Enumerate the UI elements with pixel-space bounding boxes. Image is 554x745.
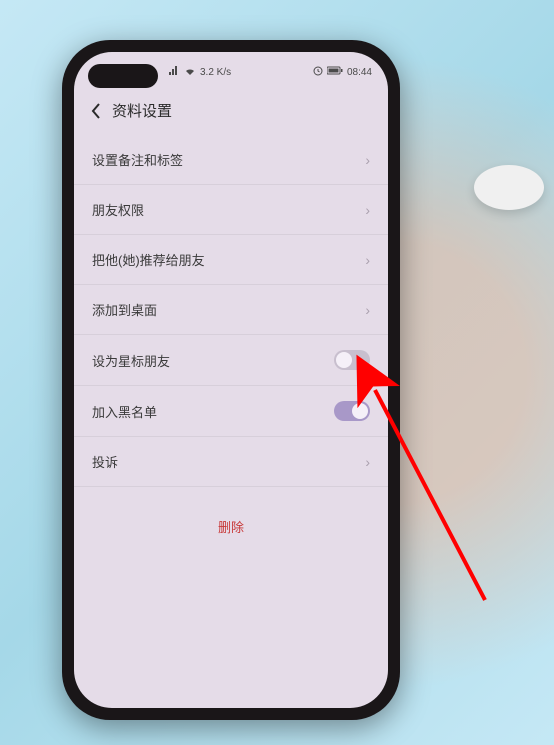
chevron-right-icon: › <box>365 152 370 168</box>
settings-item-add-to-desktop[interactable]: 添加到桌面 › <box>74 285 388 335</box>
item-label: 设置备注和标签 <box>92 150 183 169</box>
chevron-right-icon: › <box>365 252 370 268</box>
chevron-right-icon: › <box>365 202 370 218</box>
settings-item-remark-tags[interactable]: 设置备注和标签 › <box>74 135 388 185</box>
settings-item-star-friend: 设为星标朋友 <box>74 335 388 386</box>
item-label: 加入黑名单 <box>92 402 157 421</box>
camera-cutout <box>88 64 158 88</box>
status-left: 3.2 K/s <box>168 66 231 79</box>
background-object <box>474 165 544 210</box>
delete-section: 删除 <box>74 505 388 549</box>
status-right: 08:44 <box>313 66 372 79</box>
item-label: 朋友权限 <box>92 200 144 219</box>
delete-button[interactable]: 删除 <box>218 520 244 535</box>
settings-item-recommend-friend[interactable]: 把他(她)推荐给朋友 › <box>74 235 388 285</box>
toggle-knob <box>352 403 368 419</box>
item-label: 添加到桌面 <box>92 300 157 319</box>
wifi-icon <box>184 66 196 79</box>
chevron-right-icon: › <box>365 302 370 318</box>
phone-screen: 3.2 K/s 08:44 资料设置 设置备注和标签 › 朋友权限 <box>74 52 388 708</box>
item-label: 投诉 <box>92 452 118 471</box>
phone-frame: 3.2 K/s 08:44 资料设置 设置备注和标签 › 朋友权限 <box>62 40 400 720</box>
settings-item-report[interactable]: 投诉 › <box>74 437 388 487</box>
star-friend-toggle[interactable] <box>334 350 370 370</box>
status-time: 08:44 <box>347 67 372 78</box>
settings-item-friend-permissions[interactable]: 朋友权限 › <box>74 185 388 235</box>
back-icon[interactable] <box>88 103 104 119</box>
item-label: 设为星标朋友 <box>92 351 170 370</box>
chevron-right-icon: › <box>365 454 370 470</box>
signal-icon <box>168 66 180 79</box>
alarm-icon <box>313 66 323 79</box>
item-label: 把他(她)推荐给朋友 <box>92 250 205 269</box>
page-title: 资料设置 <box>112 100 172 121</box>
toggle-knob <box>336 352 352 368</box>
blacklist-toggle[interactable] <box>334 401 370 421</box>
settings-item-blacklist: 加入黑名单 <box>74 386 388 437</box>
network-speed: 3.2 K/s <box>200 67 231 78</box>
page-header: 资料设置 <box>74 92 388 135</box>
battery-icon <box>327 66 343 78</box>
